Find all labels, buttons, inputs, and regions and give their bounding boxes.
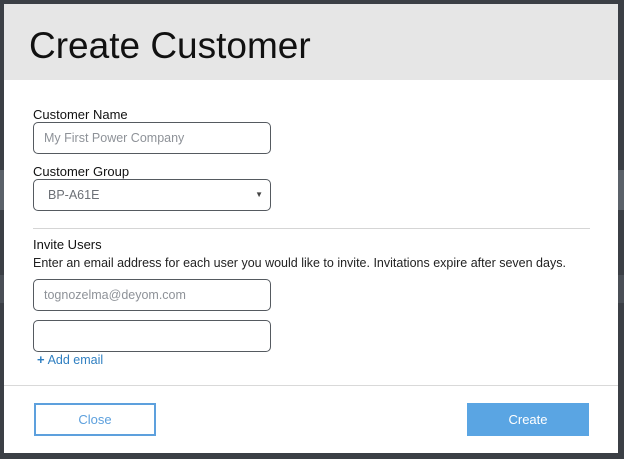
customer-name-label: Customer Name <box>33 107 128 122</box>
customer-group-select[interactable]: BP-A61E ▼ <box>33 179 271 211</box>
invite-users-label: Invite Users <box>33 237 102 252</box>
customer-group-selected-value: BP-A61E <box>48 188 100 202</box>
invite-users-help-text: Enter an email address for each user you… <box>33 256 566 270</box>
section-divider <box>33 228 590 229</box>
footer-divider <box>4 385 618 386</box>
close-button[interactable]: Close <box>34 403 156 436</box>
modal-header: Create Customer <box>4 4 618 80</box>
add-email-link[interactable]: + Add email <box>37 352 103 368</box>
modal-title: Create Customer <box>29 25 311 66</box>
add-email-label: Add email <box>47 353 104 367</box>
plus-icon: + <box>37 352 45 367</box>
chevron-down-icon: ▼ <box>255 190 263 199</box>
create-button[interactable]: Create <box>467 403 589 436</box>
invite-email-input-1[interactable] <box>33 279 271 311</box>
customer-name-input[interactable] <box>33 122 271 154</box>
invite-email-input-2[interactable] <box>33 320 271 352</box>
create-customer-dialog: Create Customer Customer Name Customer G… <box>4 4 618 453</box>
customer-group-label: Customer Group <box>33 164 130 179</box>
